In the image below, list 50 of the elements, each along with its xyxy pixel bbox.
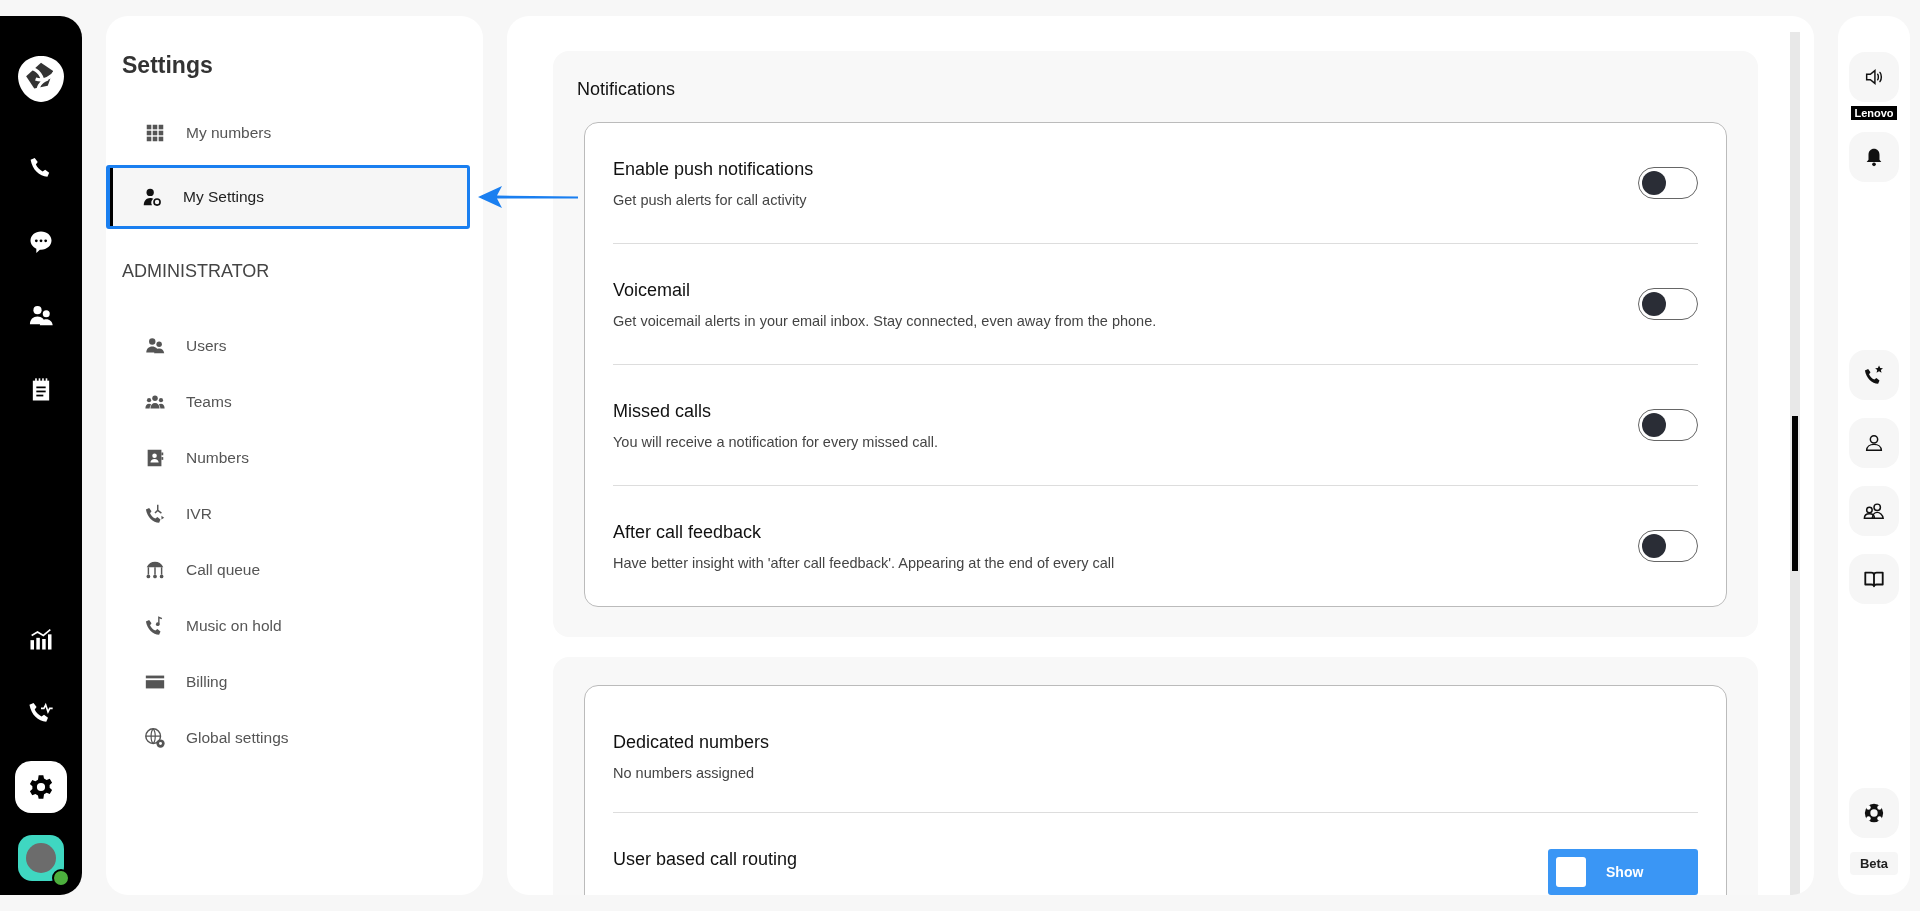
sidebar-title: Settings: [122, 52, 214, 79]
setting-title: After call feedback: [613, 521, 763, 543]
setting-description: Get push alerts for call activity: [613, 191, 808, 208]
toolbar-button[interactable]: [1849, 418, 1899, 468]
setting-title: Enable push notifications: [613, 158, 814, 180]
toggle-switch[interactable]: [1638, 167, 1698, 199]
user-gear-icon: [141, 186, 163, 208]
device-label: Lenovo: [1851, 106, 1897, 120]
beta-badge: Beta: [1849, 852, 1899, 875]
sidebar-item[interactable]: Global settings: [106, 710, 470, 766]
sidebar-item[interactable]: Teams: [106, 374, 470, 430]
sidebar-item[interactable]: Billing: [106, 654, 470, 710]
toolbar-button[interactable]: [1849, 350, 1899, 400]
sidebar-item[interactable]: Music on hold: [106, 598, 470, 654]
setting-description: Get voicemail alerts in your email inbox. Stay connected, even away from the phone.: [613, 312, 1157, 329]
globe-gear-icon: [144, 727, 166, 749]
phone-star-icon: [1863, 364, 1885, 386]
sidebar-item[interactable]: My Settings: [106, 165, 470, 229]
setting-title: Missed calls: [613, 400, 713, 422]
sidebar-item[interactable]: My numbers: [106, 105, 470, 161]
sidebar-item[interactable]: Call queue: [106, 542, 470, 598]
settings-icon: [27, 773, 55, 801]
user-icon: [1863, 432, 1885, 454]
toolbar-button[interactable]: [1849, 486, 1899, 536]
setting-description: Have better insight with 'after call feedback'. Appearing at the end of every call: [613, 554, 1115, 571]
scrollbar[interactable]: [1790, 32, 1800, 895]
toggle-switch[interactable]: [1638, 288, 1698, 320]
sidebar-item[interactable]: Numbers: [106, 430, 470, 486]
lifebuoy-icon: [1863, 802, 1885, 824]
toolbar-button[interactable]: [1849, 554, 1899, 604]
grid-icon: [144, 122, 166, 144]
section-heading: ADMINISTRATOR: [122, 261, 271, 282]
setting-title: User based call routing: [613, 849, 798, 870]
toolbar-button[interactable]: [1849, 132, 1899, 182]
sidebar-item[interactable]: Users: [106, 318, 470, 374]
speaker-icon: [1863, 66, 1885, 88]
help-button[interactable]: [1849, 788, 1899, 838]
users-icon: [1863, 500, 1885, 522]
toolbar-button[interactable]: [1849, 52, 1899, 102]
card-title: Notifications: [577, 79, 677, 100]
setting-description: No numbers assigned: [613, 764, 756, 781]
toggle-switch[interactable]: [1638, 530, 1698, 562]
phone-branch-icon: [144, 503, 166, 525]
hierarchy-icon: [144, 559, 166, 581]
setting-description: You will receive a notification for every missed call.: [613, 433, 939, 450]
rail-button[interactable]: [15, 761, 67, 813]
setting-title: Voicemail: [613, 279, 692, 301]
toggle-switch[interactable]: [1638, 409, 1698, 441]
setting-title: Dedicated numbers: [613, 731, 770, 753]
sidebar-item[interactable]: IVR: [106, 486, 470, 542]
